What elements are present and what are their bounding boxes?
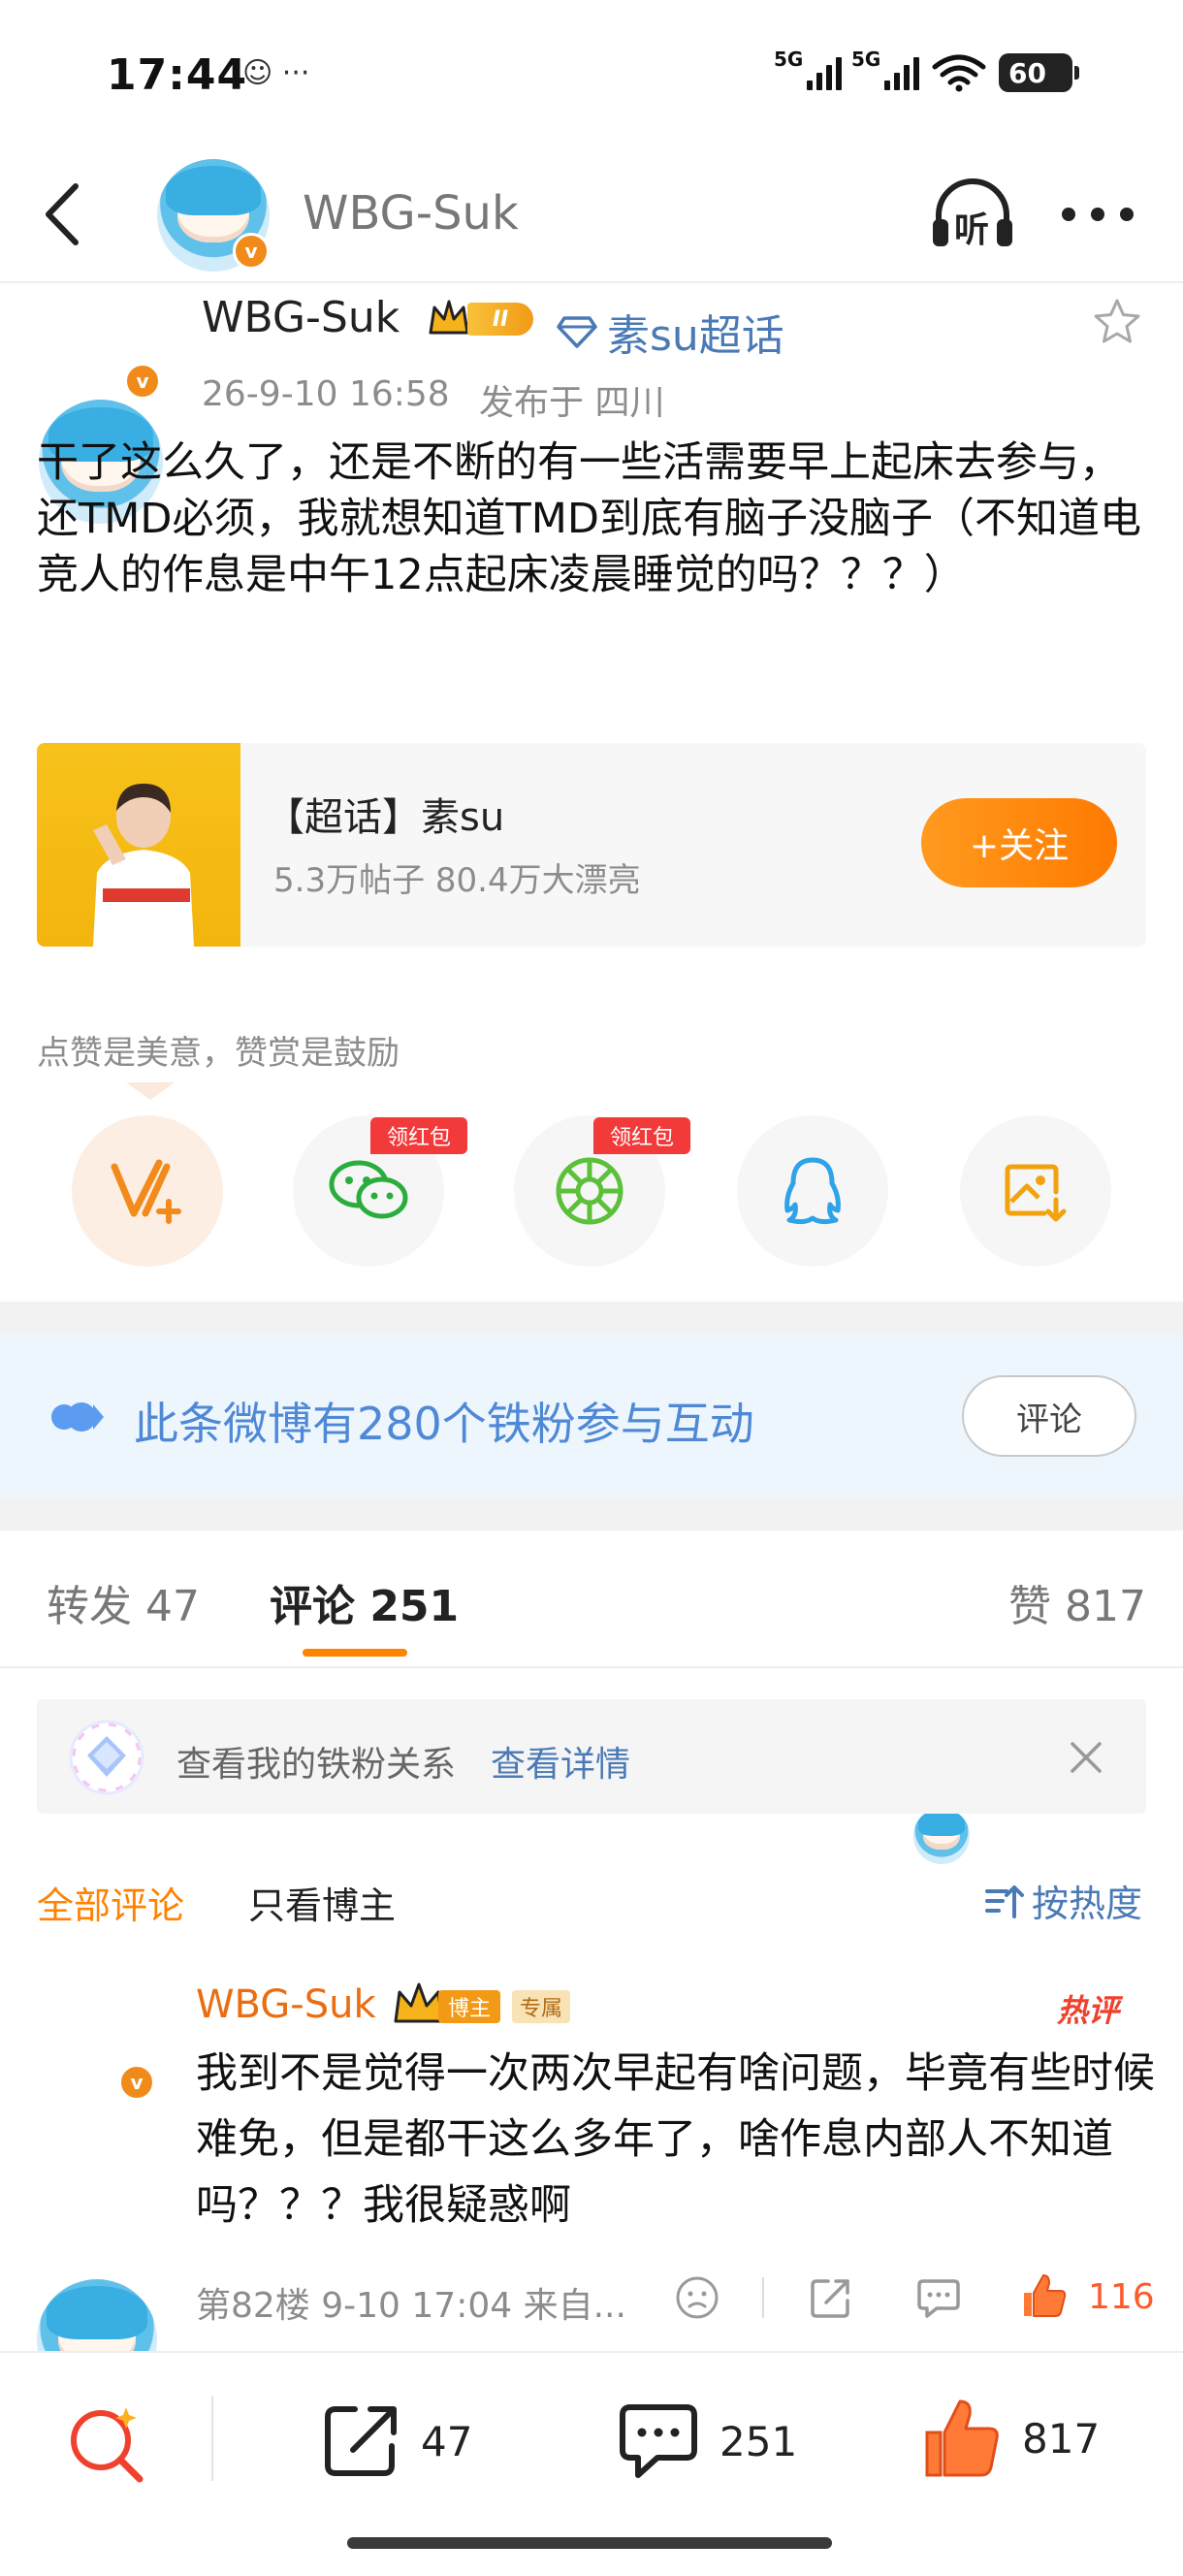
listen-label: 听 bbox=[954, 210, 990, 250]
topic-card-title: 【超话】素su bbox=[266, 795, 505, 840]
tabs-divider bbox=[0, 1666, 1183, 1668]
hot-comment-label: 热评 bbox=[1057, 1992, 1120, 2029]
iron-fan-icon bbox=[69, 1720, 144, 1795]
topic-card-image bbox=[37, 743, 240, 947]
sort-label: 按热度 bbox=[1032, 1883, 1143, 1925]
bottom-comment-button[interactable]: 251 bbox=[617, 2401, 797, 2481]
nav-divider bbox=[0, 281, 1183, 283]
comment-icon[interactable] bbox=[915, 2277, 962, 2320]
close-icon[interactable] bbox=[1069, 1740, 1103, 1775]
tab-comment[interactable]: 评论 251 bbox=[270, 1571, 459, 1633]
verified-badge-icon: v bbox=[118, 2064, 155, 2101]
comment-icon bbox=[620, 2404, 697, 2478]
level-text: II bbox=[467, 303, 533, 336]
crown-icon bbox=[429, 300, 469, 335]
comment-meta: 第82楼 9-10 17:04 来自... bbox=[196, 2286, 626, 2326]
wifi-icon bbox=[932, 54, 986, 92]
fans-comment-button[interactable]: 评论 bbox=[962, 1375, 1136, 1457]
section-divider bbox=[0, 1302, 1183, 1335]
repost-icon bbox=[325, 2406, 397, 2476]
diamond-icon bbox=[557, 316, 597, 348]
repost-icon[interactable] bbox=[809, 2275, 853, 2320]
bottom-like-button[interactable]: 817 bbox=[921, 2396, 1100, 2481]
wechat-icon bbox=[329, 1160, 408, 1219]
comment-author-name[interactable]: WBG-Suk bbox=[196, 1982, 376, 2027]
chevron-left-icon bbox=[46, 183, 79, 245]
section-divider bbox=[0, 1497, 1183, 1530]
bottom-divider bbox=[211, 2396, 213, 2481]
iron-fan-link[interactable]: 查看详情 bbox=[491, 1736, 630, 1787]
moments-icon bbox=[556, 1157, 623, 1225]
exclusive-tag: 专属 bbox=[512, 1990, 570, 2023]
owner-tag: 博主 bbox=[438, 1990, 500, 2023]
topic-card-stats: 5.3万帖子 80.4万大漂亮 bbox=[273, 861, 641, 900]
listen-button[interactable]: 听 bbox=[929, 177, 1016, 254]
tab-like[interactable]: 赞 817 bbox=[1008, 1571, 1146, 1633]
save-image-button[interactable] bbox=[960, 1115, 1111, 1267]
status-notification-icons: ☺ ··· bbox=[242, 56, 310, 90]
iron-fan-text: 查看我的铁粉关系 bbox=[176, 1745, 457, 1785]
search-icon[interactable] bbox=[66, 2401, 149, 2485]
tab-repost[interactable]: 转发 47 bbox=[47, 1571, 200, 1633]
verified-badge-icon: v bbox=[233, 233, 270, 270]
tab-indicator bbox=[303, 1649, 407, 1657]
sad-face-icon[interactable] bbox=[675, 2275, 719, 2320]
more-dots-icon bbox=[1062, 208, 1134, 221]
status-time: 17:44 bbox=[107, 50, 248, 100]
red-packet-tag: 领红包 bbox=[593, 1117, 690, 1154]
red-packet-tag: 领红包 bbox=[370, 1117, 467, 1154]
follow-button[interactable]: +关注 bbox=[921, 798, 1117, 887]
image-download-icon bbox=[1005, 1164, 1067, 1222]
reward-v-plus-icon bbox=[111, 1159, 181, 1224]
signal-icon-1: 5G bbox=[774, 48, 842, 90]
status-indicators: 5G 5G 60 bbox=[774, 48, 1079, 97]
favorite-button[interactable] bbox=[1092, 297, 1142, 347]
star-icon bbox=[1094, 299, 1140, 343]
reward-caption: 点赞是美意，赞赏是鼓励 bbox=[37, 1034, 400, 1073]
fans-banner-text: 此条微博有280个铁粉参与互动 bbox=[134, 1398, 754, 1450]
like-icon[interactable] bbox=[1020, 2271, 1069, 2320]
topic-link[interactable]: 素su超话 bbox=[557, 301, 784, 363]
comment-like-count: 116 bbox=[1088, 2277, 1155, 2317]
verified-badge-icon: v bbox=[124, 363, 161, 400]
topic-name: 素su超话 bbox=[607, 311, 784, 361]
reward-button[interactable] bbox=[72, 1115, 223, 1267]
sort-button[interactable]: 按热度 bbox=[983, 1874, 1142, 1927]
bottom-comment-count: 251 bbox=[719, 2417, 798, 2465]
level-badge[interactable]: II bbox=[427, 297, 541, 341]
caption-pointer-icon bbox=[126, 1082, 175, 1100]
post-author-name[interactable]: WBG-Suk bbox=[202, 293, 400, 342]
meta-divider bbox=[762, 2277, 764, 2318]
share-qq-button[interactable] bbox=[737, 1115, 888, 1267]
person-photo-icon bbox=[93, 784, 194, 947]
bottom-like-count: 817 bbox=[1022, 2414, 1101, 2463]
post-timestamp: 26-9-10 16:58 bbox=[202, 374, 450, 414]
signal-icon-2: 5G bbox=[851, 48, 919, 90]
nav-title[interactable]: WBG-Suk bbox=[303, 186, 519, 241]
home-indicator[interactable] bbox=[347, 2537, 832, 2549]
filter-all-comments[interactable]: 全部评论 bbox=[37, 1876, 184, 1929]
bottom-repost-button[interactable]: 47 bbox=[322, 2401, 472, 2481]
battery-indicator: 60 bbox=[999, 53, 1079, 92]
sort-icon bbox=[985, 1884, 1024, 1918]
qq-icon bbox=[784, 1157, 841, 1225]
filter-owner-only[interactable]: 只看博主 bbox=[248, 1876, 396, 1929]
back-button[interactable] bbox=[39, 180, 87, 248]
more-button[interactable] bbox=[1059, 200, 1136, 229]
like-icon bbox=[925, 2399, 999, 2477]
bottom-repost-count: 47 bbox=[421, 2417, 473, 2465]
post-location: 发布于 四川 bbox=[479, 383, 665, 423]
comment-content: 我到不是觉得一次两次早起有啥问题，毕竟有些时候难免，但是都干这么多年了，啥作息内… bbox=[196, 2049, 1155, 2230]
post-content: 干了这么久了，还是不断的有一些活需要早上起床去参与，还TMD必须，我就想知道TM… bbox=[37, 438, 1141, 599]
liker-avatar bbox=[913, 1808, 970, 1864]
heart-tag-icon bbox=[51, 1402, 104, 1432]
